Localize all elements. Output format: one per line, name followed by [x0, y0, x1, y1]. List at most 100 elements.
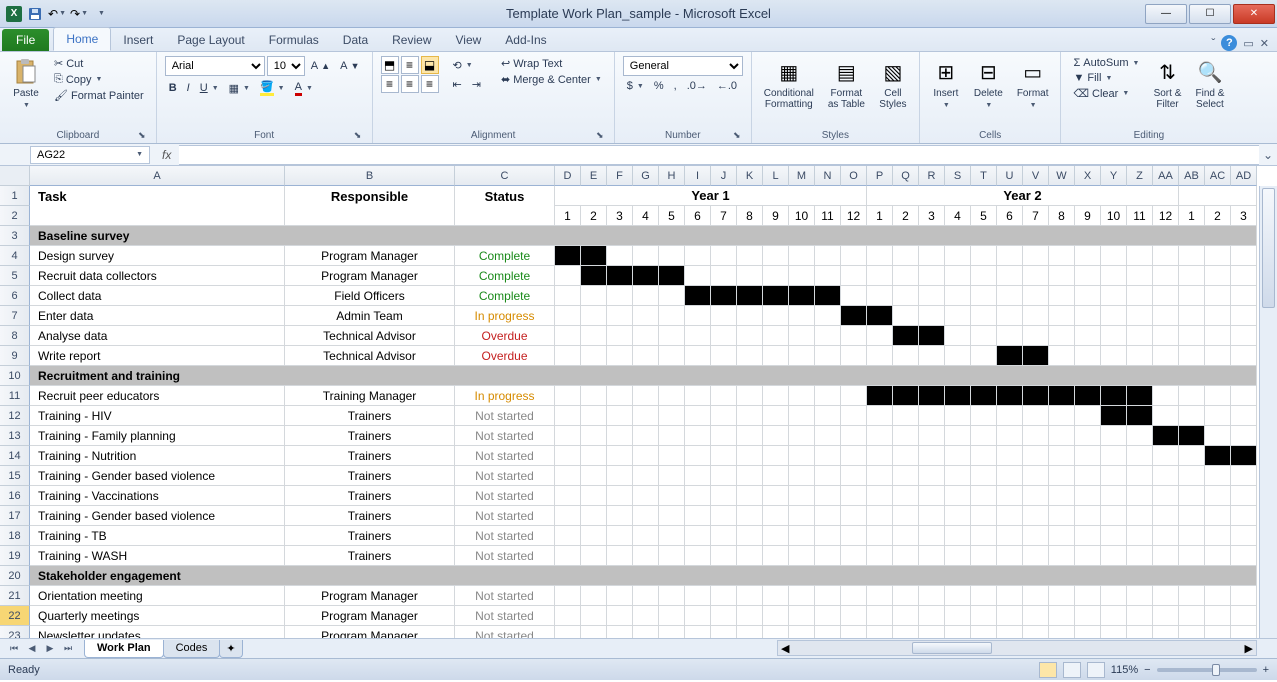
gantt-cell[interactable] [763, 406, 789, 426]
status-cell[interactable]: Not started [455, 426, 555, 446]
month-header[interactable]: 12 [1153, 206, 1179, 226]
gantt-cell[interactable] [1023, 426, 1049, 446]
gantt-cell[interactable] [1127, 486, 1153, 506]
section-header[interactable]: Stakeholder engagement [30, 566, 1257, 586]
task-cell[interactable]: Recruit data collectors [30, 266, 285, 286]
gantt-cell[interactable] [581, 466, 607, 486]
month-header[interactable]: 1 [1179, 206, 1205, 226]
shrink-font-button[interactable]: A▼ [336, 59, 363, 73]
column-header[interactable]: AA [1153, 166, 1179, 186]
responsible-cell[interactable]: Trainers [285, 466, 455, 486]
gantt-cell[interactable] [1231, 546, 1257, 566]
gantt-cell[interactable] [815, 266, 841, 286]
gantt-cell[interactable] [1179, 266, 1205, 286]
row-header[interactable]: 21 [0, 586, 30, 606]
gantt-cell[interactable] [1075, 446, 1101, 466]
gantt-cell[interactable] [763, 246, 789, 266]
gantt-cell[interactable] [763, 626, 789, 638]
responsible-cell[interactable]: Program Manager [285, 266, 455, 286]
gantt-cell[interactable] [893, 626, 919, 638]
gantt-cell[interactable] [1075, 626, 1101, 638]
month-header[interactable]: 5 [971, 206, 997, 226]
undo-icon[interactable]: ↶▼ [48, 5, 66, 23]
gantt-cell[interactable] [555, 446, 581, 466]
gantt-cell[interactable] [919, 346, 945, 366]
gantt-cell[interactable] [841, 286, 867, 306]
gantt-cell[interactable] [789, 346, 815, 366]
gantt-cell[interactable] [659, 626, 685, 638]
review-tab[interactable]: Review [380, 29, 443, 51]
gantt-cell[interactable] [945, 346, 971, 366]
month-header[interactable]: 9 [1075, 206, 1101, 226]
gantt-cell[interactable] [841, 266, 867, 286]
comma-button[interactable]: , [670, 79, 681, 93]
cell[interactable] [455, 206, 555, 226]
gantt-cell[interactable] [633, 346, 659, 366]
gantt-cell[interactable] [763, 526, 789, 546]
row-header[interactable]: 17 [0, 506, 30, 526]
gantt-cell[interactable] [737, 486, 763, 506]
zoom-in-button[interactable]: + [1263, 664, 1269, 676]
gantt-cell[interactable] [633, 326, 659, 346]
gantt-cell[interactable] [1075, 426, 1101, 446]
gantt-cell[interactable] [737, 546, 763, 566]
gantt-cell[interactable] [711, 266, 737, 286]
gantt-cell[interactable] [789, 266, 815, 286]
row-header[interactable]: 12 [0, 406, 30, 426]
responsible-cell[interactable]: Program Manager [285, 626, 455, 638]
gantt-cell[interactable] [1101, 306, 1127, 326]
gantt-cell[interactable] [1153, 546, 1179, 566]
gantt-cell[interactable] [555, 506, 581, 526]
gantt-cell[interactable] [867, 246, 893, 266]
gantt-cell[interactable] [867, 486, 893, 506]
gantt-cell[interactable] [1153, 586, 1179, 606]
gantt-cell[interactable] [919, 266, 945, 286]
responsible-cell[interactable]: Admin Team [285, 306, 455, 326]
gantt-cell[interactable] [1049, 346, 1075, 366]
gantt-cell[interactable] [607, 386, 633, 406]
gantt-cell[interactable] [737, 426, 763, 446]
gantt-cell[interactable] [841, 506, 867, 526]
gantt-cell[interactable] [1075, 386, 1101, 406]
gantt-cell[interactable] [789, 506, 815, 526]
gantt-cell[interactable] [815, 626, 841, 638]
gantt-cell[interactable] [1049, 626, 1075, 638]
gantt-cell[interactable] [633, 306, 659, 326]
font-size-select[interactable]: 10 [267, 56, 305, 76]
gantt-cell[interactable] [607, 286, 633, 306]
gantt-cell[interactable] [1205, 306, 1231, 326]
gantt-cell[interactable] [893, 286, 919, 306]
gantt-cell[interactable] [1205, 246, 1231, 266]
gantt-cell[interactable] [1101, 546, 1127, 566]
vertical-scrollbar[interactable] [1259, 186, 1277, 638]
gantt-cell[interactable] [841, 326, 867, 346]
gantt-cell[interactable] [1205, 626, 1231, 638]
status-cell[interactable]: Overdue [455, 326, 555, 346]
gantt-cell[interactable] [633, 386, 659, 406]
paste-button[interactable]: Paste▼ [8, 56, 44, 113]
gantt-cell[interactable] [685, 386, 711, 406]
gantt-cell[interactable] [555, 406, 581, 426]
gantt-cell[interactable] [815, 546, 841, 566]
column-header[interactable]: I [685, 166, 711, 186]
window-restore-icon[interactable]: ▭ [1243, 37, 1253, 50]
gantt-cell[interactable] [997, 246, 1023, 266]
gantt-cell[interactable] [1049, 486, 1075, 506]
gantt-cell[interactable] [945, 286, 971, 306]
copy-button[interactable]: ⎘Copy ▼ [50, 72, 148, 87]
format-as-table-button[interactable]: ▤Format as Table [824, 56, 869, 112]
gantt-cell[interactable] [581, 606, 607, 626]
sheet-nav-first-icon[interactable]: ⏮ [6, 641, 22, 657]
gantt-cell[interactable] [1101, 606, 1127, 626]
underline-button[interactable]: U▼ [196, 81, 223, 95]
gantt-cell[interactable] [945, 306, 971, 326]
gantt-cell[interactable] [711, 626, 737, 638]
gantt-cell[interactable] [1231, 446, 1257, 466]
gantt-cell[interactable] [659, 526, 685, 546]
horizontal-scrollbar[interactable]: ◀▶ [777, 640, 1257, 656]
gantt-cell[interactable] [1153, 406, 1179, 426]
gantt-cell[interactable] [581, 326, 607, 346]
gantt-cell[interactable] [763, 606, 789, 626]
gantt-cell[interactable] [607, 466, 633, 486]
gantt-cell[interactable] [737, 246, 763, 266]
